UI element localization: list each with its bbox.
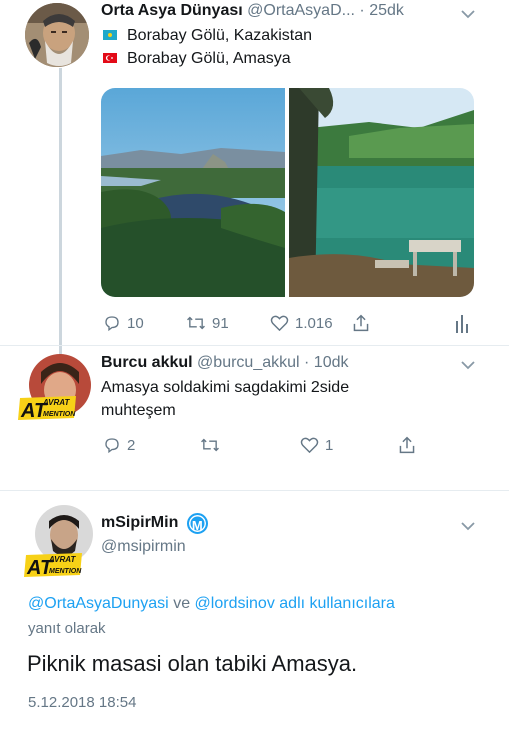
reply-button[interactable]: 10 — [103, 314, 144, 332]
retweet-button[interactable]: 91 — [186, 314, 229, 332]
reply-to-line: @OrtaAsyaDunyasi ve @lordsinov adlı kull… — [28, 595, 395, 612]
tweet-media[interactable] — [101, 88, 474, 297]
tweet-text-line: Borabay Gölü, Amasya — [103, 50, 291, 68]
reply-icon — [105, 316, 119, 332]
retweet-button[interactable] — [200, 436, 226, 454]
display-name[interactable]: Orta Asya Dünyası — [101, 2, 243, 19]
retweet-count: 91 — [212, 314, 229, 332]
user-handle[interactable]: @burcu_akkul — [197, 354, 300, 371]
reply-count: 10 — [127, 314, 144, 332]
tweet-header: mSipirMin M — [101, 513, 208, 534]
share-button[interactable] — [398, 435, 422, 455]
heart-icon — [270, 315, 289, 332]
badge-bottom-text: MENTION — [43, 411, 76, 418]
analytics-icon — [456, 315, 468, 333]
tweet-timestamp[interactable]: 5.12.2018 18:54 — [28, 694, 136, 711]
kazakhstan-flag-icon — [103, 29, 117, 40]
share-icon — [399, 436, 415, 454]
thread-line — [59, 68, 62, 368]
reply-icon — [105, 438, 119, 454]
tweet-header: Orta Asya Dünyası @OrtaAsyaD... · 25dk — [101, 2, 404, 20]
tweet-text: Piknik masasi olan tabiki Amasya. — [27, 651, 358, 676]
badge-bottom-text: MENTION — [49, 568, 82, 575]
display-name[interactable]: Burcu akkul — [101, 354, 193, 371]
turkey-flag-icon — [103, 52, 117, 63]
heart-icon — [300, 437, 319, 454]
photo-amasya-lake[interactable] — [289, 88, 474, 297]
tweet-msipirmin[interactable]: AT AVRAT MENTION mSipirMin M @msipirmin … — [0, 491, 509, 732]
at-avrat-mention-badge: AT AVRAT MENTION — [24, 553, 82, 579]
tweet-text-line: muhteşem — [101, 402, 176, 419]
at-avrat-mention-badge: AT AVRAT MENTION — [18, 396, 76, 422]
share-button[interactable] — [352, 313, 376, 333]
retweet-icon — [201, 438, 219, 452]
badge-top-text: AVRAT — [48, 555, 76, 564]
retweet-icon — [187, 316, 205, 330]
reply-to-user-link[interactable]: @OrtaAsyaDunyasi — [28, 595, 169, 612]
display-name[interactable]: mSipirMin — [101, 514, 178, 531]
chevron-down-icon[interactable] — [460, 9, 476, 19]
reply-to-line2: yanıt olarak — [28, 620, 106, 637]
badge-top-text: AVRAT — [42, 398, 70, 407]
photo-kazakhstan-lake[interactable] — [101, 88, 285, 297]
tweet-text-line: Amasya soldakimi sagdakimi 2side — [101, 379, 350, 396]
timestamp[interactable]: · 25dk — [359, 2, 403, 19]
tweet-burcu[interactable]: AT AVRAT MENTION Burcu akkul @burcu_akku… — [0, 346, 509, 471]
tweet-orta-asya[interactable]: Orta Asya Dünyası @OrtaAsyaD... · 25dk B… — [0, 0, 509, 368]
tweet-text-line: Borabay Gölü, Kazakistan — [103, 27, 312, 45]
avatar[interactable] — [25, 3, 89, 67]
user-handle-row: @msipirmin — [101, 538, 186, 556]
chevron-down-icon[interactable] — [460, 360, 476, 370]
chevron-down-icon[interactable] — [460, 521, 476, 531]
reply-to-user-link[interactable]: @lordsinov — [195, 595, 275, 612]
like-count: 1 — [325, 436, 334, 454]
like-count: 1.016 — [295, 314, 333, 332]
tweet-header: Burcu akkul @burcu_akkul · 10dk — [101, 354, 348, 372]
like-button[interactable]: 1.016 — [270, 314, 333, 332]
verified-badge-icon: M — [186, 513, 208, 534]
user-handle[interactable]: @OrtaAsyaD... — [247, 2, 355, 19]
user-handle[interactable]: @msipirmin — [101, 538, 186, 555]
reply-count: 2 — [127, 436, 136, 454]
like-button[interactable]: 1 — [300, 436, 333, 454]
reply-button[interactable]: 2 — [103, 436, 135, 454]
timestamp[interactable]: · 10dk — [304, 354, 348, 371]
share-icon — [353, 314, 369, 332]
analytics-button[interactable] — [455, 313, 475, 333]
